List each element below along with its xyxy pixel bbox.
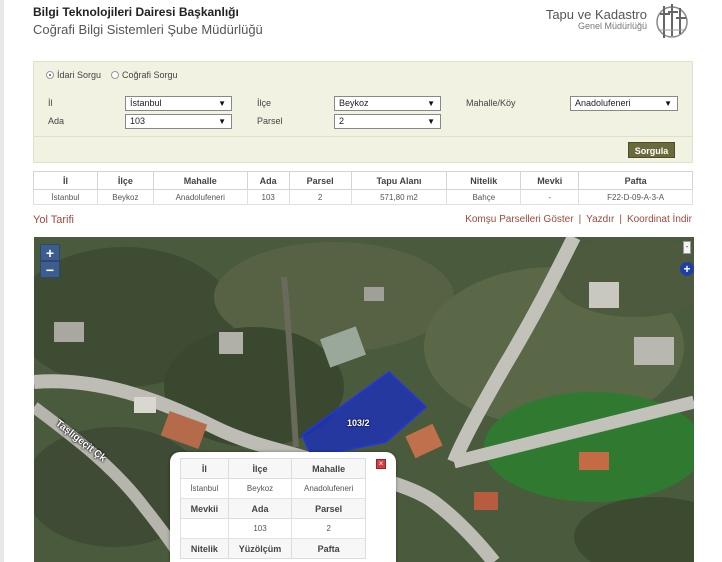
popup-col-header: Pafta [291,538,366,559]
radio-dot-icon[interactable] [111,71,120,79]
table-cell: 103 [246,189,290,205]
results-table: İl İlçe Mahalle Ada Parsel Tapu Alanı Ni… [33,171,693,205]
brand-text: Tapu ve Kadastro Genel Müdürlüğü [537,7,647,31]
sorgula-button[interactable]: Sorgula [628,142,675,158]
table-row[interactable]: İstanbul Beykoz Anadolufeneri 103 2 571,… [33,189,693,205]
col-header: Pafta [578,171,693,190]
popup-col-header: Ada [227,498,293,519]
results-header-row: İl İlçe Mahalle Ada Parsel Tapu Alanı Ni… [33,171,693,190]
ilce-label: İlçe [257,98,272,108]
department-title: Bilgi Teknolojileri Dairesi Başkanlığı [33,5,239,19]
table-cell: Bahçe [446,189,522,205]
popup-row: İstanbul Beykoz Anadolufeneri [180,478,366,499]
panel-divider [34,136,692,137]
zoom-control: + − [40,244,60,278]
link-separator: | [619,214,622,225]
popup-col-header: Mevkii [180,498,229,519]
table-cell: Anadolufeneri [152,189,248,205]
ada-select[interactable]: 103 ▼ [125,114,232,129]
chevron-down-icon: ▼ [427,99,435,108]
print-link[interactable]: Yazdır [586,214,614,225]
brand-line-2: Genel Müdürlüğü [577,21,647,31]
department-subtitle: Coğrafi Bilgi Sistemleri Şube Müdürlüğü [33,22,263,37]
table-cell: F22-D-09-A-3-A [578,189,693,205]
layer-panel-collapse-button[interactable]: - [683,241,691,254]
radio-geo-label: Coğrafi Sorgu [122,70,178,80]
mahalle-label: Mahalle/Köy [466,98,516,108]
popup-header-row: Mevkii Ada Parsel [180,498,366,519]
col-header: Mevki [520,171,580,190]
popup-col-header: İl [180,458,229,479]
table-cell: İstanbul [33,189,98,205]
parsel-label: Parsel [257,116,283,126]
radio-geo-query[interactable]: Coğrafi Sorgu [111,70,178,80]
show-neighbors-link[interactable]: Komşu Parselleri Göster [465,214,573,225]
table-cell: Beykoz [96,189,154,205]
table-cell: 571,80 m2 [350,189,448,205]
popup-cell: 2 [291,518,366,539]
chevron-down-icon: ▼ [664,99,672,108]
col-header: İl [33,171,98,190]
radio-admin-query[interactable]: İdari Sorgu [46,70,101,80]
popup-cell: 103 [227,518,293,539]
chevron-down-icon: ▼ [218,99,226,108]
radio-admin-label: İdari Sorgu [57,70,102,80]
popup-header-row: İl İlçe Mahalle [180,458,366,479]
parsel-select-value: 2 [339,116,345,126]
ilce-select[interactable]: Beykoz ▼ [334,96,441,111]
col-header: Mahalle [152,171,248,190]
ada-select-value: 103 [130,116,146,126]
parcel-label: 103/2 [347,418,370,428]
zoom-out-button[interactable]: − [40,261,60,278]
popup-header-row: Nitelik Yüzölçüm Pafta [180,538,366,559]
il-label: İl [48,98,53,108]
brand-line-1: Tapu ve Kadastro [545,7,647,22]
ada-label: Ada [48,116,65,126]
close-icon[interactable]: × [376,459,386,469]
mahalle-select-value: Anadolufeneri [575,98,631,108]
chevron-down-icon: ▼ [218,117,226,126]
popup-col-header: Mahalle [291,458,366,479]
popup-row: 103 2 [180,518,366,539]
popup-cell: Anadolufeneri [291,478,366,499]
route-link[interactable]: Yol Tarifi [33,214,74,226]
popup-info-table: İl İlçe Mahalle İstanbul Beykoz Anadoluf… [180,458,366,559]
link-separator: | [578,214,582,225]
col-header: Tapu Alanı [350,171,448,190]
popup-col-header: İlçe [227,458,293,479]
page-left-edge [0,0,4,562]
table-cell: - [520,189,580,205]
map-actions: Komşu Parselleri Göster | Yazdır | Koord… [465,214,692,225]
download-coordinates-link[interactable]: Koordinat İndir [627,214,692,225]
query-type-radios: İdari Sorgu Coğrafi Sorgu [46,70,178,80]
col-header: İlçe [96,171,154,190]
parsel-select[interactable]: 2 ▼ [334,114,441,129]
radio-dot-selected-icon[interactable] [46,71,54,79]
chevron-down-icon: ▼ [427,117,435,126]
col-header: Parsel [288,171,352,190]
popup-col-header: Yüzölçüm [227,538,293,559]
col-header: Nitelik [446,171,522,190]
tkgm-logo-icon [656,4,688,38]
popup-col-header: Parsel [291,498,366,519]
popup-cell: Beykoz [227,478,293,499]
col-header: Ada [246,171,290,190]
zoom-in-button[interactable]: + [40,244,60,261]
popup-col-header: Nitelik [180,538,229,559]
mahalle-select[interactable]: Anadolufeneri ▼ [570,96,678,111]
ilce-select-value: Beykoz [339,98,369,108]
popup-cell: İstanbul [180,478,229,499]
query-panel: İdari Sorgu Coğrafi Sorgu İl İstanbul ▼ İ… [33,61,693,163]
popup-cell [180,518,229,539]
il-select[interactable]: İstanbul ▼ [125,96,232,111]
table-cell: 2 [288,189,352,205]
il-select-value: İstanbul [130,98,162,108]
layer-add-icon[interactable]: + [680,262,694,276]
